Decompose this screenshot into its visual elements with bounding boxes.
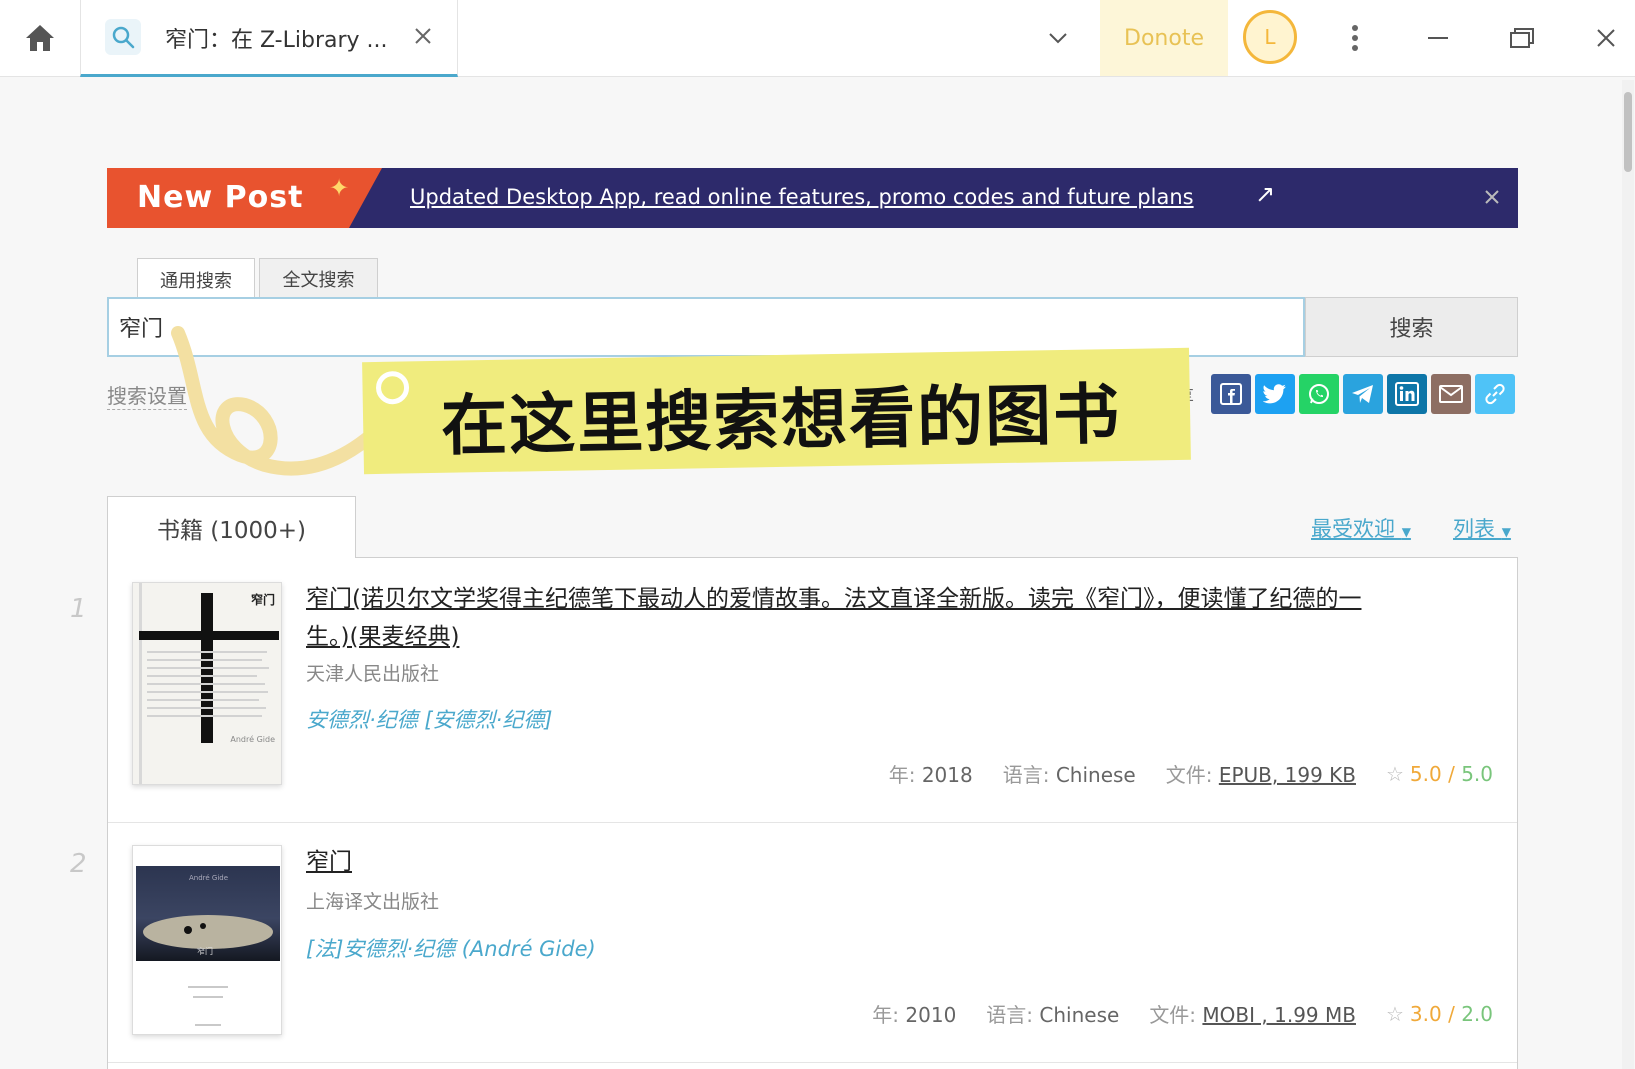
results-list: 1 窄门 André Gide 窄门(诺贝尔文学奖得主纪德笔下最动人的爱情故事。… [70, 557, 1518, 1069]
cover-title: 窄门 [197, 947, 213, 956]
result-rank: 1 [70, 594, 87, 624]
view-dropdown-label: 列表 [1453, 517, 1495, 541]
title-bar: 窄门：在 Z-Library ... Donote L [0, 0, 1635, 77]
app-window: 窄门：在 Z-Library ... Donote L New Post ✦ U… [0, 0, 1635, 1069]
whatsapp-icon[interactable] [1299, 374, 1339, 414]
share-icons [1211, 374, 1515, 414]
tab-general-search[interactable]: 通用搜索 [137, 258, 255, 300]
book-rating: ☆ 5.0 / 5.0 [1385, 761, 1493, 786]
home-icon[interactable] [20, 18, 60, 58]
book-file: 文件: MOBI , 1.99 MB [1149, 1003, 1356, 1027]
more-options-icon[interactable] [1335, 18, 1375, 58]
donate-button[interactable]: Donote [1100, 0, 1228, 76]
avatar[interactable]: L [1243, 10, 1297, 64]
book-author-link[interactable]: 安德烈·纪德 [安德烈·纪德] [306, 704, 552, 734]
cover-author: André Gide [230, 735, 275, 744]
search-icon [105, 19, 141, 55]
books-results-tab[interactable]: 书籍 (1000+) [107, 496, 356, 558]
sparkle-icon: ✦ [329, 174, 350, 202]
close-banner-icon[interactable] [1477, 182, 1507, 212]
scrollbar[interactable] [1622, 80, 1634, 1069]
annotation-text: 在这里搜索想看的图书 [440, 375, 1122, 465]
list-item: 2 窄门 André Gide 窄门 上海译文出版社 [法]安德烈·纪德 (An… [70, 823, 1517, 1063]
result-rank: 2 [70, 849, 87, 879]
close-tab-icon[interactable] [403, 16, 443, 56]
annotation-dot-icon [376, 371, 410, 405]
browser-tab[interactable]: 窄门：在 Z-Library ... [80, 0, 458, 77]
tab-fulltext-search[interactable]: 全文搜索 [259, 258, 378, 298]
list-item: 1 窄门 André Gide 窄门(诺贝尔文学奖得主纪德笔下最动人的爱情故事。… [70, 558, 1517, 823]
search-button[interactable]: 搜索 [1305, 297, 1518, 357]
new-post-badge-label: New Post [137, 180, 304, 215]
file-link[interactable]: MOBI , 1.99 MB [1202, 1003, 1356, 1027]
tab-title: 窄门：在 Z-Library ... [165, 28, 388, 53]
sort-dropdown[interactable]: 最受欢迎 ▼ [1311, 513, 1411, 543]
cover-author: André Gide [189, 874, 229, 882]
book-file: 文件: EPUB, 199 KB [1165, 763, 1356, 787]
book-meta: 年: 2010 语言: Chinese 文件: MOBI , 1.99 MB ☆… [872, 999, 1493, 1028]
book-author-link[interactable]: [法]安德烈·纪德 (André Gide) [306, 933, 596, 963]
telegram-icon[interactable] [1343, 374, 1383, 414]
book-year: 年: 2018 [888, 763, 973, 787]
scroll-thumb[interactable] [1624, 92, 1632, 172]
caret-down-icon: ▼ [1401, 525, 1411, 539]
minimize-icon[interactable] [1418, 18, 1458, 58]
book-language: 语言: Chinese [1002, 763, 1136, 787]
view-dropdown[interactable]: 列表 ▼ [1453, 513, 1511, 543]
book-title-link[interactable]: 窄门(诺贝尔文学奖得主纪德笔下最动人的爱情故事。法文直译全新版。读完《窄门》，便… [306, 580, 1376, 656]
email-icon[interactable] [1431, 374, 1471, 414]
cover-title: 窄门 [250, 593, 275, 607]
caret-down-icon: ▼ [1501, 525, 1511, 539]
facebook-icon[interactable] [1211, 374, 1251, 414]
book-language: 语言: Chinese [986, 1003, 1120, 1027]
book-meta: 年: 2018 语言: Chinese 文件: EPUB, 199 KB ☆ 5.… [889, 759, 1493, 788]
book-rating: ☆ 3.0 / 2.0 [1385, 1001, 1493, 1026]
restore-icon[interactable] [1502, 18, 1542, 58]
file-link[interactable]: EPUB, 199 KB [1219, 763, 1356, 787]
sort-dropdown-label: 最受欢迎 [1311, 517, 1395, 541]
close-window-icon[interactable] [1586, 18, 1626, 58]
book-year: 年: 2010 [872, 1003, 957, 1027]
chevron-down-icon[interactable] [1038, 18, 1078, 58]
external-arrow-icon[interactable]: ↗ [1255, 180, 1275, 208]
twitter-icon[interactable] [1255, 374, 1295, 414]
new-post-badge: New Post ✦ [107, 168, 382, 228]
star-icon: ☆ [1385, 761, 1404, 786]
link-icon[interactable] [1475, 374, 1515, 414]
book-publisher: 上海译文出版社 [306, 891, 440, 913]
book-cover[interactable]: 窄门 André Gide [132, 582, 282, 785]
linkedin-icon[interactable] [1387, 374, 1427, 414]
book-publisher: 天津人民出版社 [306, 663, 440, 685]
star-icon: ☆ [1385, 1001, 1404, 1026]
annotation-banner: 在这里搜索想看的图书 [362, 347, 1191, 475]
banner-link[interactable]: Updated Desktop App, read online feature… [410, 185, 1194, 209]
book-title-link[interactable]: 窄门 [306, 843, 1376, 881]
new-post-banner: New Post ✦ Updated Desktop App, read onl… [107, 168, 1518, 228]
book-cover[interactable]: 窄门 André Gide [132, 845, 282, 1035]
